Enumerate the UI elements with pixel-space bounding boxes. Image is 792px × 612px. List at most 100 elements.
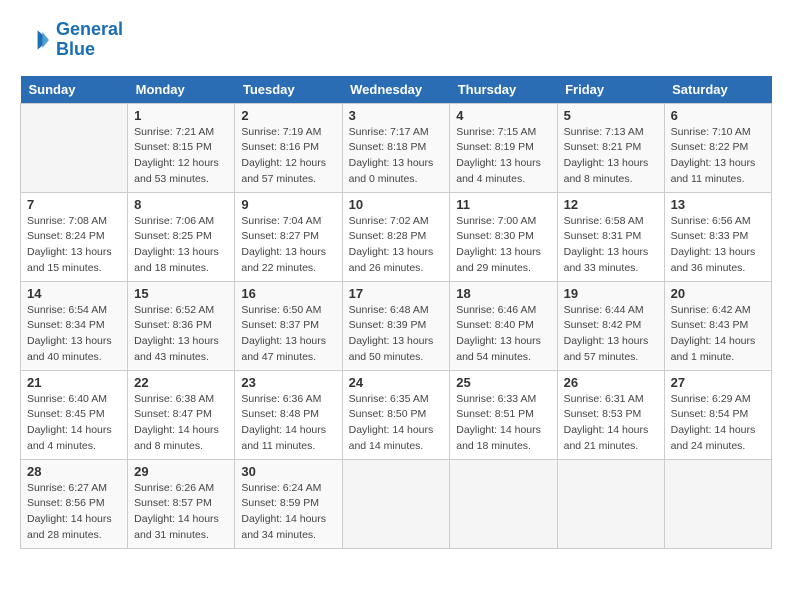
day-info: Sunrise: 7:21 AM Sunset: 8:15 PM Dayligh… [134, 125, 228, 188]
week-row-3: 14 Sunrise: 6:54 AM Sunset: 8:34 PM Dayli… [21, 281, 772, 370]
calendar-cell: 3 Sunrise: 7:17 AM Sunset: 8:18 PM Daylig… [342, 103, 450, 192]
calendar-cell [450, 459, 557, 548]
column-header-friday: Friday [557, 76, 664, 104]
day-number: 8 [134, 197, 228, 212]
day-number: 23 [241, 375, 335, 390]
day-number: 3 [349, 108, 444, 123]
week-row-2: 7 Sunrise: 7:08 AM Sunset: 8:24 PM Daylig… [21, 192, 772, 281]
calendar-cell: 29 Sunrise: 6:26 AM Sunset: 8:57 PM Dayli… [128, 459, 235, 548]
logo-icon [20, 24, 52, 56]
day-number: 18 [456, 286, 550, 301]
week-row-1: 1 Sunrise: 7:21 AM Sunset: 8:15 PM Daylig… [21, 103, 772, 192]
day-info: Sunrise: 6:35 AM Sunset: 8:50 PM Dayligh… [349, 392, 444, 455]
calendar-cell: 6 Sunrise: 7:10 AM Sunset: 8:22 PM Daylig… [664, 103, 771, 192]
calendar-cell: 11 Sunrise: 7:00 AM Sunset: 8:30 PM Dayli… [450, 192, 557, 281]
day-info: Sunrise: 6:24 AM Sunset: 8:59 PM Dayligh… [241, 481, 335, 544]
calendar-cell: 23 Sunrise: 6:36 AM Sunset: 8:48 PM Dayli… [235, 370, 342, 459]
calendar-cell: 14 Sunrise: 6:54 AM Sunset: 8:34 PM Dayli… [21, 281, 128, 370]
day-info: Sunrise: 7:15 AM Sunset: 8:19 PM Dayligh… [456, 125, 550, 188]
day-info: Sunrise: 6:29 AM Sunset: 8:54 PM Dayligh… [671, 392, 765, 455]
day-info: Sunrise: 6:54 AM Sunset: 8:34 PM Dayligh… [27, 303, 121, 366]
day-number: 12 [564, 197, 658, 212]
day-number: 21 [27, 375, 121, 390]
calendar-cell: 10Sunrise: 7:02 AM Sunset: 8:28 PM Dayli… [342, 192, 450, 281]
week-row-5: 28Sunrise: 6:27 AM Sunset: 8:56 PM Dayli… [21, 459, 772, 548]
calendar-cell: 4 Sunrise: 7:15 AM Sunset: 8:19 PM Daylig… [450, 103, 557, 192]
day-number: 29 [134, 464, 228, 479]
calendar-cell [21, 103, 128, 192]
day-info: Sunrise: 6:26 AM Sunset: 8:57 PM Dayligh… [134, 481, 228, 544]
calendar-cell: 28Sunrise: 6:27 AM Sunset: 8:56 PM Dayli… [21, 459, 128, 548]
day-info: Sunrise: 7:17 AM Sunset: 8:18 PM Dayligh… [349, 125, 444, 188]
day-info: Sunrise: 6:56 AM Sunset: 8:33 PM Dayligh… [671, 214, 765, 277]
column-header-tuesday: Tuesday [235, 76, 342, 104]
calendar-cell: 18 Sunrise: 6:46 AM Sunset: 8:40 PM Dayli… [450, 281, 557, 370]
day-number: 6 [671, 108, 765, 123]
day-info: Sunrise: 6:38 AM Sunset: 8:47 PM Dayligh… [134, 392, 228, 455]
calendar-cell: 25Sunrise: 6:33 AM Sunset: 8:51 PM Dayli… [450, 370, 557, 459]
day-info: Sunrise: 6:42 AM Sunset: 8:43 PM Dayligh… [671, 303, 765, 366]
header-row: SundayMondayTuesdayWednesdayThursdayFrid… [21, 76, 772, 104]
day-info: Sunrise: 6:44 AM Sunset: 8:42 PM Dayligh… [564, 303, 658, 366]
day-info: Sunrise: 7:04 AM Sunset: 8:27 PM Dayligh… [241, 214, 335, 277]
day-number: 2 [241, 108, 335, 123]
day-number: 24 [349, 375, 444, 390]
calendar-cell: 24 Sunrise: 6:35 AM Sunset: 8:50 PM Dayli… [342, 370, 450, 459]
calendar-cell: 2Sunrise: 7:19 AM Sunset: 8:16 PM Daylig… [235, 103, 342, 192]
day-info: Sunrise: 6:50 AM Sunset: 8:37 PM Dayligh… [241, 303, 335, 366]
day-info: Sunrise: 7:08 AM Sunset: 8:24 PM Dayligh… [27, 214, 121, 277]
calendar-cell: 16Sunrise: 6:50 AM Sunset: 8:37 PM Dayli… [235, 281, 342, 370]
week-row-4: 21 Sunrise: 6:40 AM Sunset: 8:45 PM Dayli… [21, 370, 772, 459]
day-info: Sunrise: 7:02 AM Sunset: 8:28 PM Dayligh… [349, 214, 444, 277]
day-info: Sunrise: 6:58 AM Sunset: 8:31 PM Dayligh… [564, 214, 658, 277]
column-header-monday: Monday [128, 76, 235, 104]
column-header-thursday: Thursday [450, 76, 557, 104]
day-number: 7 [27, 197, 121, 212]
calendar-table: SundayMondayTuesdayWednesdayThursdayFrid… [20, 76, 772, 549]
calendar-cell: 8 Sunrise: 7:06 AM Sunset: 8:25 PM Daylig… [128, 192, 235, 281]
day-info: Sunrise: 6:36 AM Sunset: 8:48 PM Dayligh… [241, 392, 335, 455]
calendar-cell: 5 Sunrise: 7:13 AM Sunset: 8:21 PM Daylig… [557, 103, 664, 192]
calendar-cell: 19 Sunrise: 6:44 AM Sunset: 8:42 PM Dayli… [557, 281, 664, 370]
day-number: 17 [349, 286, 444, 301]
column-header-sunday: Sunday [21, 76, 128, 104]
day-number: 11 [456, 197, 550, 212]
day-info: Sunrise: 6:46 AM Sunset: 8:40 PM Dayligh… [456, 303, 550, 366]
day-number: 30 [241, 464, 335, 479]
calendar-cell: 21 Sunrise: 6:40 AM Sunset: 8:45 PM Dayli… [21, 370, 128, 459]
day-info: Sunrise: 7:00 AM Sunset: 8:30 PM Dayligh… [456, 214, 550, 277]
day-number: 14 [27, 286, 121, 301]
day-info: Sunrise: 6:40 AM Sunset: 8:45 PM Dayligh… [27, 392, 121, 455]
day-info: Sunrise: 7:10 AM Sunset: 8:22 PM Dayligh… [671, 125, 765, 188]
calendar-cell: 27Sunrise: 6:29 AM Sunset: 8:54 PM Dayli… [664, 370, 771, 459]
day-info: Sunrise: 6:31 AM Sunset: 8:53 PM Dayligh… [564, 392, 658, 455]
logo: General Blue [20, 20, 123, 60]
calendar-cell: 13 Sunrise: 6:56 AM Sunset: 8:33 PM Dayli… [664, 192, 771, 281]
day-number: 15 [134, 286, 228, 301]
day-info: Sunrise: 7:06 AM Sunset: 8:25 PM Dayligh… [134, 214, 228, 277]
day-info: Sunrise: 7:13 AM Sunset: 8:21 PM Dayligh… [564, 125, 658, 188]
day-number: 13 [671, 197, 765, 212]
day-info: Sunrise: 6:52 AM Sunset: 8:36 PM Dayligh… [134, 303, 228, 366]
day-number: 5 [564, 108, 658, 123]
day-number: 22 [134, 375, 228, 390]
calendar-cell: 17Sunrise: 6:48 AM Sunset: 8:39 PM Dayli… [342, 281, 450, 370]
day-number: 9 [241, 197, 335, 212]
column-header-wednesday: Wednesday [342, 76, 450, 104]
calendar-cell: 30 Sunrise: 6:24 AM Sunset: 8:59 PM Dayli… [235, 459, 342, 548]
calendar-cell: 9 Sunrise: 7:04 AM Sunset: 8:27 PM Daylig… [235, 192, 342, 281]
day-number: 1 [134, 108, 228, 123]
day-number: 4 [456, 108, 550, 123]
calendar-cell [664, 459, 771, 548]
calendar-cell: 22 Sunrise: 6:38 AM Sunset: 8:47 PM Dayli… [128, 370, 235, 459]
calendar-cell: 1 Sunrise: 7:21 AM Sunset: 8:15 PM Daylig… [128, 103, 235, 192]
calendar-cell: 7 Sunrise: 7:08 AM Sunset: 8:24 PM Daylig… [21, 192, 128, 281]
day-number: 25 [456, 375, 550, 390]
calendar-cell: 26Sunrise: 6:31 AM Sunset: 8:53 PM Dayli… [557, 370, 664, 459]
column-header-saturday: Saturday [664, 76, 771, 104]
calendar-cell [342, 459, 450, 548]
day-info: Sunrise: 6:27 AM Sunset: 8:56 PM Dayligh… [27, 481, 121, 544]
calendar-cell: 15 Sunrise: 6:52 AM Sunset: 8:36 PM Dayli… [128, 281, 235, 370]
page-header: General Blue [20, 20, 772, 60]
day-number: 19 [564, 286, 658, 301]
